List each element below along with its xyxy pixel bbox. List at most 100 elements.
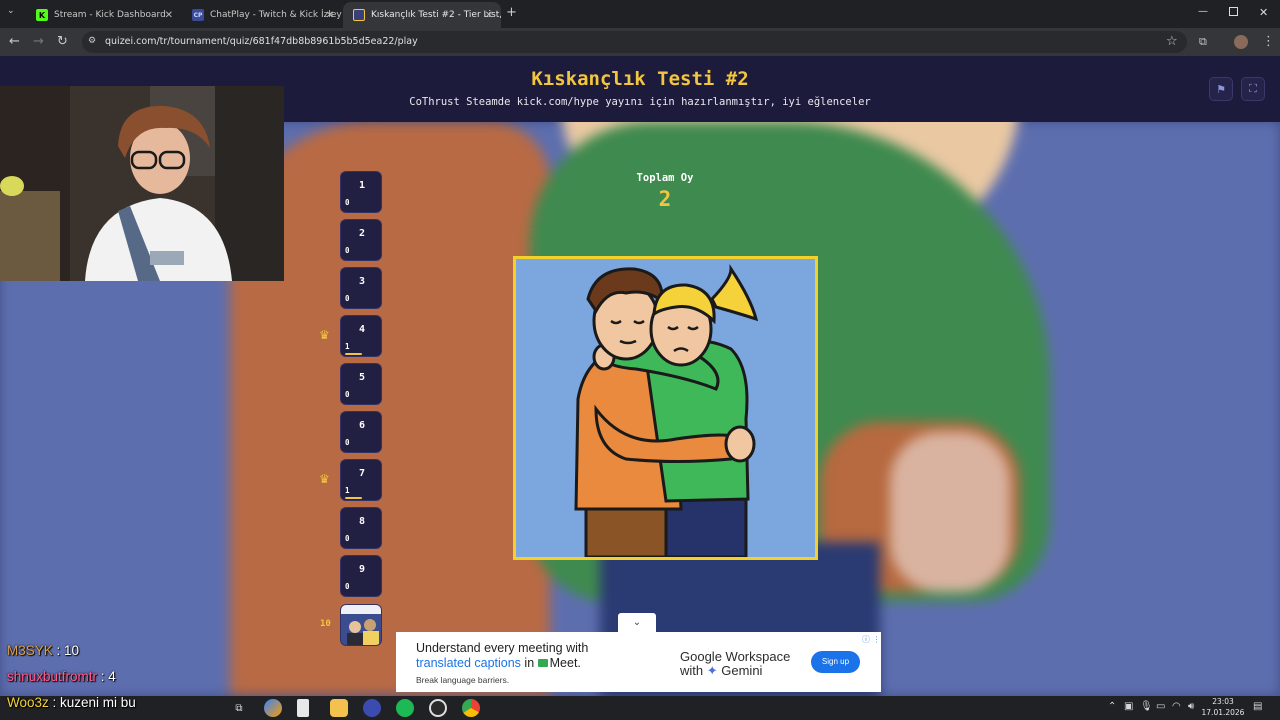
task-view-icon[interactable]: ⧉: [230, 699, 248, 717]
collapse-ad-button[interactable]: ⌄: [618, 613, 656, 632]
flag-icon: ⚑: [1216, 82, 1226, 96]
ad-text: in: [520, 656, 538, 670]
signup-button[interactable]: Sign up: [811, 651, 860, 673]
chrome-icon[interactable]: [462, 699, 480, 717]
url-text[interactable]: quizei.com/tr/tournament/quiz/681f47db8b…: [105, 36, 418, 47]
rank-slot-10-thumbnail[interactable]: [340, 604, 382, 646]
close-window-icon[interactable]: ✕: [1259, 6, 1268, 19]
fullscreen-button[interactable]: ⛶: [1241, 77, 1265, 101]
volume-icon[interactable]: 🔊︎: [1188, 701, 1194, 712]
thumbnail-image: [341, 605, 381, 645]
rank-number: 3: [358, 276, 366, 287]
battery-icon[interactable]: ▭: [1156, 701, 1165, 712]
rank-votes: 0: [345, 198, 350, 207]
tab-chatplay[interactable]: CP ChatPlay - Twitch & Kick İzleyic ✕: [182, 2, 342, 28]
rank-slot-7[interactable]: 7 1: [340, 459, 382, 501]
rank-number: 2: [358, 228, 366, 239]
profile-avatar[interactable]: [1234, 35, 1248, 49]
rank-slot-9[interactable]: 9 0: [340, 555, 382, 597]
vote-bar: [345, 257, 379, 259]
gemini-icon: ✦: [706, 663, 718, 678]
tab-title: Stream - Kick Dashboard: [54, 10, 166, 20]
hugging-couple-illustration: [516, 259, 815, 557]
forward-icon[interactable]: →: [33, 34, 44, 50]
rank-slot-4[interactable]: 4 1: [340, 315, 382, 357]
rank-number: 4: [358, 324, 366, 335]
webcam-feed: [0, 86, 284, 281]
ad-info-icon[interactable]: ⓘ ⋮: [862, 634, 881, 645]
network-icon[interactable]: ▣: [1124, 701, 1133, 712]
spotify-icon[interactable]: [396, 699, 414, 717]
rank-votes: 0: [345, 294, 350, 303]
report-button[interactable]: ⚑: [1209, 77, 1233, 101]
back-icon[interactable]: ←: [9, 34, 20, 50]
folder-icon[interactable]: [330, 699, 348, 717]
tab-kick-dashboard[interactable]: K Stream - Kick Dashboard ✕: [26, 2, 181, 28]
meet-icon: [537, 659, 548, 667]
tab-quiz[interactable]: Kıskançlık Testi #2 - Tier List, Ki ✕: [343, 2, 501, 28]
rank-slot-1[interactable]: 1 0: [340, 171, 382, 213]
restore-icon[interactable]: [1229, 7, 1238, 16]
extensions-icon[interactable]: ⧉: [1199, 34, 1207, 50]
chat-message: shnuxbutfromtr : 4: [7, 669, 116, 684]
tab-list-chevron-icon[interactable]: ⌄: [7, 6, 15, 16]
rank-votes: 1: [345, 342, 350, 351]
chat-username: shnuxbutfromtr: [7, 669, 98, 684]
taskbar-date[interactable]: 17.01.2026: [1200, 708, 1246, 717]
chat-text: : 4: [97, 669, 116, 684]
ad-headline-2: translated captions in Meet.: [416, 656, 581, 670]
tab-title: Kıskançlık Testi #2 - Tier List, Ki: [371, 10, 501, 20]
rank-votes: 0: [345, 246, 350, 255]
ad-headline: Understand every meeting with: [416, 641, 589, 655]
rank-votes: 0: [345, 438, 350, 447]
vote-bar: [345, 449, 379, 451]
quiz-item-card[interactable]: [513, 256, 818, 560]
rank-number: 6: [358, 420, 366, 431]
rank-votes: 0: [345, 582, 350, 591]
wifi-icon[interactable]: ◠: [1172, 701, 1181, 712]
taskbar-time[interactable]: 23:03: [1206, 697, 1240, 706]
crown-icon: ♛: [319, 472, 330, 486]
chat-text: : 10: [52, 643, 80, 658]
mic-icon[interactable]: 🎙︎: [1140, 701, 1153, 712]
close-icon[interactable]: ✕: [485, 10, 493, 21]
rank-slot-5[interactable]: 5 0: [340, 363, 382, 405]
vote-bar: [345, 305, 379, 307]
rank-votes: 1: [345, 486, 350, 495]
ad-link-text[interactable]: translated captions: [416, 656, 521, 670]
bookmark-star-icon[interactable]: ☆: [1166, 34, 1178, 50]
vote-bar: [345, 593, 379, 595]
kick-icon: K: [36, 9, 48, 21]
chat-username: Woo3z: [7, 695, 49, 710]
minimize-icon[interactable]: —: [1198, 6, 1208, 17]
chevron-down-icon: ⌄: [632, 617, 642, 628]
vote-bar: [345, 209, 379, 211]
rank-slot-8[interactable]: 8 0: [340, 507, 382, 549]
close-icon[interactable]: ✕: [326, 10, 334, 21]
ad-banner[interactable]: Understand every meeting with translated…: [396, 632, 881, 692]
ad-text: with: [680, 663, 707, 678]
rank-number: 9: [358, 564, 366, 575]
notification-icon[interactable]: ▤: [1253, 701, 1262, 712]
obs-icon[interactable]: [429, 699, 447, 717]
site-info-icon[interactable]: ⚙: [88, 36, 96, 46]
rank-slot-3[interactable]: 3 0: [340, 267, 382, 309]
rank-slot-6[interactable]: 6 0: [340, 411, 382, 453]
app-icon[interactable]: [363, 699, 381, 717]
vote-bar: [345, 353, 379, 355]
tray-chevron-icon[interactable]: ⌃: [1108, 701, 1116, 712]
chat-username: M3SYK: [7, 643, 53, 658]
new-tab-icon[interactable]: +: [506, 6, 517, 20]
windows-taskbar: [0, 696, 1280, 720]
rank-slot-2[interactable]: 2 0: [340, 219, 382, 261]
menu-icon[interactable]: ⋮: [1262, 34, 1275, 50]
chatplay-icon: CP: [192, 9, 204, 21]
file-icon[interactable]: [297, 699, 309, 717]
close-icon[interactable]: ✕: [165, 10, 173, 21]
webcam-overlay: [0, 86, 284, 281]
chat-text: : kuzeni mi bu: [48, 695, 136, 710]
copilot-icon[interactable]: [264, 699, 282, 717]
reload-icon[interactable]: ↻: [57, 34, 68, 50]
browser-tab-bar: ⌄ K Stream - Kick Dashboard ✕ CP ChatPla…: [0, 0, 1280, 28]
rank-votes: 0: [345, 534, 350, 543]
